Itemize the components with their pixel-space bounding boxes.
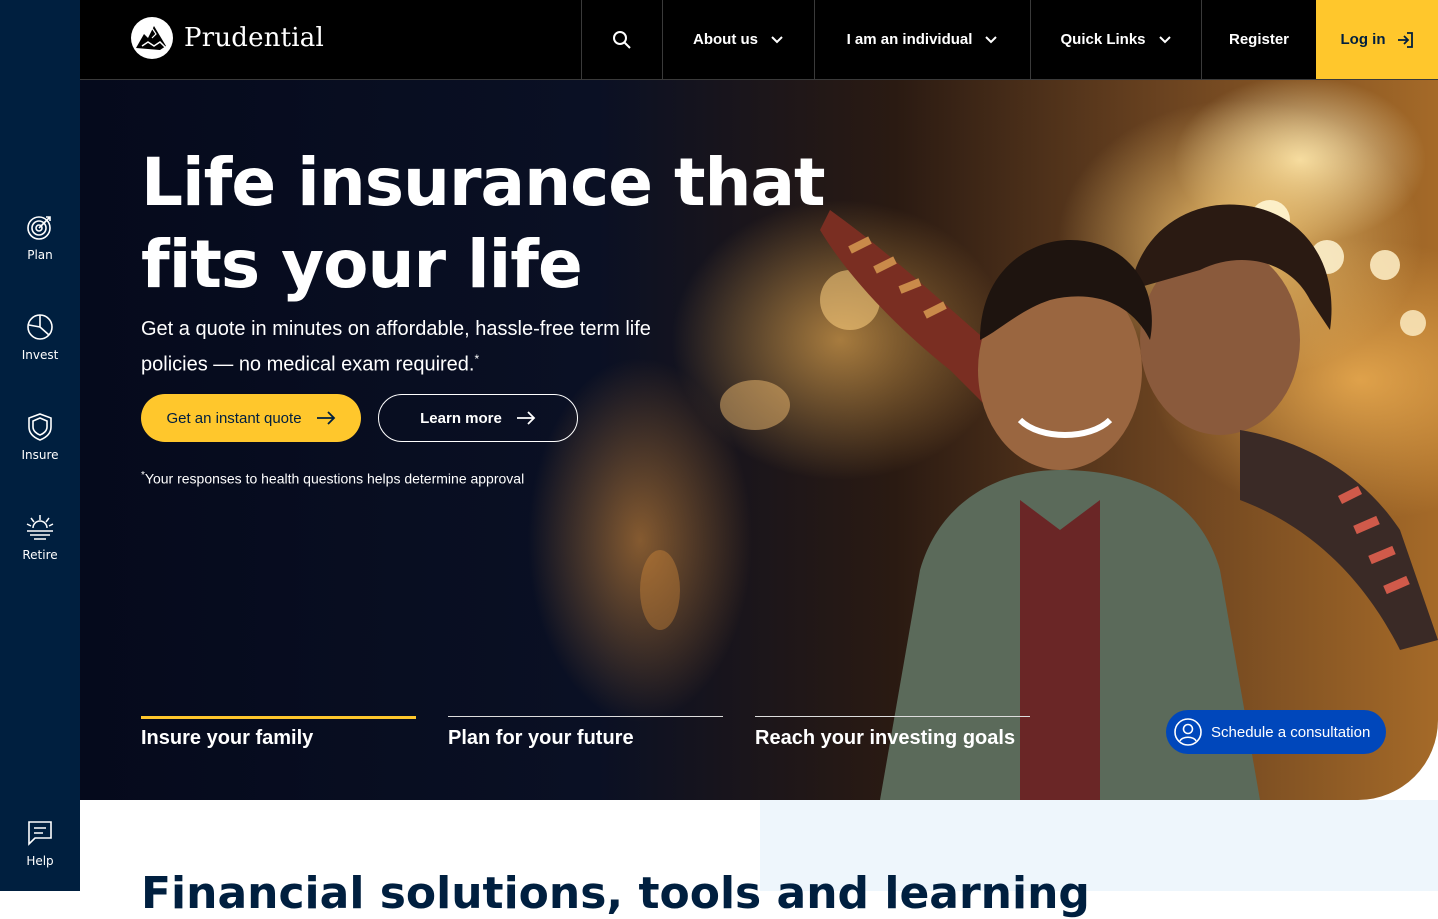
rail-label: Insure xyxy=(21,448,59,462)
nav-about-us[interactable]: About us xyxy=(662,0,814,79)
hero-subtitle-text: Get a quote in minutes on affordable, ha… xyxy=(141,318,651,376)
chat-icon xyxy=(28,821,52,846)
hero-title: Life insurance that fits your life xyxy=(141,144,826,303)
tab-insure-your-family[interactable]: Insure your family xyxy=(141,716,416,750)
search-button[interactable] xyxy=(581,0,662,79)
nav-label: About us xyxy=(693,31,758,48)
button-label: Get an instant quote xyxy=(166,409,302,427)
footnote-marker: * xyxy=(474,352,480,366)
tab-label: Insure your family xyxy=(141,727,314,749)
top-header: Prudential About us I am an individual Q… xyxy=(80,0,1438,80)
rail-item-help[interactable]: Help xyxy=(0,818,80,868)
tab-reach-your-investing-goals[interactable]: Reach your investing goals xyxy=(755,716,1030,750)
learn-more-button[interactable]: Learn more xyxy=(378,394,578,442)
chevron-down-icon xyxy=(985,35,998,43)
rail-label: Help xyxy=(26,854,54,868)
sunrise-icon xyxy=(26,515,54,540)
rail-label: Plan xyxy=(27,248,53,262)
bokeh-light xyxy=(640,550,680,630)
rail-item-retire[interactable]: Retire xyxy=(0,512,80,562)
rail-label: Retire xyxy=(22,548,58,562)
login-arrow-icon xyxy=(1397,31,1413,48)
nav-i-am-an-individual[interactable]: I am an individual xyxy=(814,0,1030,79)
user-circle-icon xyxy=(1174,718,1202,746)
nav-label: Log in xyxy=(1340,31,1386,48)
pie-chart-icon xyxy=(27,314,53,340)
get-instant-quote-button[interactable]: Get an instant quote xyxy=(141,394,361,442)
hero-banner: Life insurance that fits your life Get a… xyxy=(80,80,1438,800)
nav-label: I am an individual xyxy=(846,31,973,48)
logo-wordmark: Prudential xyxy=(184,23,325,53)
button-label: Schedule a consultation xyxy=(1211,723,1371,741)
tab-plan-for-your-future[interactable]: Plan for your future xyxy=(448,716,723,750)
rail-label: Invest xyxy=(21,348,59,362)
login-button[interactable]: Log in xyxy=(1316,0,1438,79)
nav-label: Register xyxy=(1228,31,1290,48)
section-heading: Financial solutions, tools and learning xyxy=(141,868,1090,919)
side-rail: Plan Invest Insure Retire Help xyxy=(0,0,80,891)
nav-quick-links[interactable]: Quick Links xyxy=(1030,0,1201,79)
schedule-consultation-button[interactable]: Schedule a consultation xyxy=(1166,710,1386,754)
hero-subtitle: Get a quote in minutes on affordable, ha… xyxy=(141,314,661,380)
shield-icon xyxy=(28,413,52,441)
hero-footnote-text: Your responses to health questions helps… xyxy=(144,470,525,487)
button-label: Learn more xyxy=(420,409,502,427)
rail-item-plan[interactable]: Plan xyxy=(0,212,80,262)
section-heading-bold: Financial solutions xyxy=(141,868,607,919)
chevron-down-icon xyxy=(1158,35,1171,43)
arrow-right-icon xyxy=(316,411,335,425)
arrow-right-icon xyxy=(516,411,536,425)
target-icon xyxy=(27,216,51,240)
register-link[interactable]: Register xyxy=(1201,0,1316,79)
tab-label: Plan for your future xyxy=(448,727,634,749)
section-heading-rest: , tools and learning xyxy=(606,868,1090,919)
rail-item-insure[interactable]: Insure xyxy=(0,412,80,462)
search-icon xyxy=(613,30,631,49)
hero-footnote: *Your responses to health questions help… xyxy=(141,470,524,487)
rock-logo-icon xyxy=(131,17,173,59)
chevron-down-icon xyxy=(771,35,783,43)
tab-label: Reach your investing goals xyxy=(755,727,1016,749)
nav-label: Quick Links xyxy=(1060,31,1146,48)
rail-item-invest[interactable]: Invest xyxy=(0,312,80,362)
prudential-logo[interactable]: Prudential xyxy=(130,16,324,60)
